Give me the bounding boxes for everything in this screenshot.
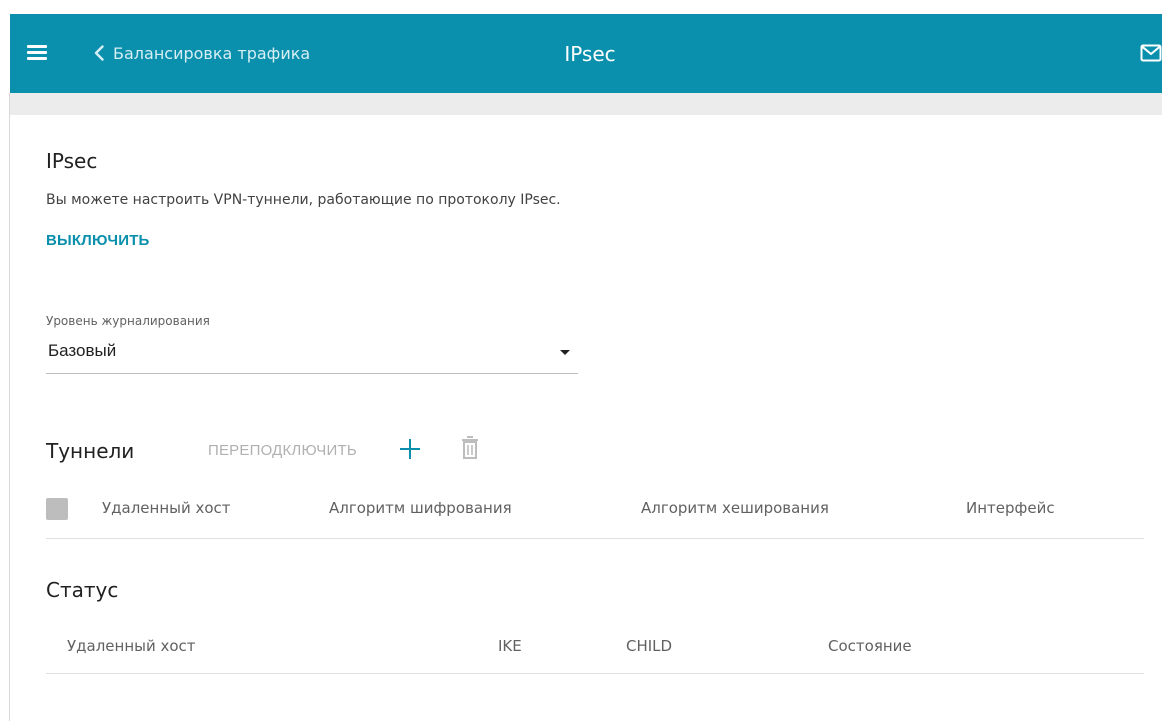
ipsec-section-title: IPsec [46,149,98,173]
tunnels-col-hashing: Алгоритм хеширования [641,499,829,517]
content-card: IPsec Вы можете настроить VPN-туннели, р… [11,115,1162,721]
status-col-remote-host: Удаленный хост [67,637,196,655]
status-col-state: Состояние [828,637,912,655]
tunnels-col-remote-host: Удаленный хост [102,499,231,517]
tunnels-table-divider [46,538,1144,539]
hamburger-icon[interactable] [27,45,47,61]
header-shadow-bar [10,93,1162,115]
plus-icon[interactable] [398,437,422,461]
logging-level-value: Базовый [48,341,117,360]
left-edge [0,93,10,721]
status-col-ike: IKE [498,637,522,655]
top-strip [0,0,1162,14]
tunnels-col-encryption: Алгоритм шифрования [329,499,512,517]
app-header: Балансировка трафика IPsec [10,14,1162,93]
tunnels-section-title: Туннели [46,439,135,463]
logging-level-select[interactable]: Базовый [46,337,578,374]
status-col-child: CHILD [626,637,673,655]
logging-level-label: Уровень журналирования [46,314,210,328]
caret-down-icon [560,350,570,355]
select-all-checkbox[interactable] [46,498,68,520]
status-table-divider [46,673,1144,674]
tunnels-col-interface: Интерфейс [966,499,1055,517]
mail-icon[interactable] [1140,44,1162,62]
back-button[interactable]: Балансировка трафика [94,40,310,66]
trash-icon[interactable] [460,435,480,461]
reconnect-button[interactable]: ПЕРЕПОДКЛЮЧИТЬ [208,442,357,459]
back-label: Балансировка трафика [113,43,311,63]
page-title: IPsec [564,42,616,66]
chevron-left-icon [94,45,104,61]
ipsec-description: Вы можете настроить VPN-туннели, работаю… [46,192,561,208]
status-section-title: Статус [46,578,119,602]
disable-button[interactable]: ВЫКЛЮЧИТЬ [46,232,150,249]
